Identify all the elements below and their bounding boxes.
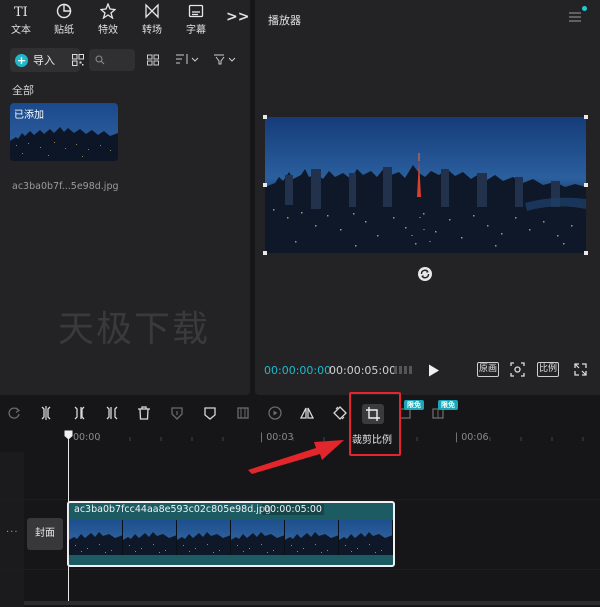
search-icon <box>95 55 105 65</box>
all-media-label: 全部 <box>12 84 34 97</box>
resize-handle[interactable] <box>263 115 267 119</box>
track-divider <box>0 569 600 570</box>
effects-icon <box>100 2 116 19</box>
marker-icon[interactable] <box>203 406 217 420</box>
clip-duration: 00:00:05:00 <box>262 504 324 515</box>
aspect-ratio-button[interactable]: 比例 <box>537 362 559 377</box>
menu-icon[interactable] <box>569 12 581 22</box>
qr-icon[interactable] <box>72 54 84 66</box>
mirror-icon[interactable] <box>300 406 314 420</box>
split-right-icon[interactable] <box>105 406 119 420</box>
video-editor-app: TI 文本 贴纸 特效 转场 字幕 >> + 导入 全部 已添加 ac3ba0b… <box>0 0 600 607</box>
playhead[interactable] <box>68 433 69 601</box>
clip-name: ac3ba0b7fcc44aa8e593c02c805e98d.jpg <box>74 504 271 515</box>
import-label: 导入 <box>33 54 55 67</box>
frame-icon <box>237 407 249 419</box>
rotate-icon[interactable] <box>417 266 433 282</box>
cover-button[interactable]: 封面 <box>27 518 63 550</box>
current-time: 00:00:00:00 <box>264 364 332 377</box>
resize-handle[interactable] <box>263 251 267 255</box>
split-icon[interactable] <box>39 406 53 420</box>
transition-icon <box>145 2 159 19</box>
player-panel: 播放器 00:00:00:00 00:00:05:00 原画 比例 <box>255 0 600 395</box>
tab-sticker[interactable]: 贴纸 <box>42 0 86 38</box>
tab-transition[interactable]: 转场 <box>130 0 174 38</box>
subtitle-icon <box>188 4 204 17</box>
tab-label: 文本 <box>11 24 31 36</box>
track-more-icon[interactable]: ··· <box>6 527 19 538</box>
delete-icon[interactable] <box>137 406 151 420</box>
more-tabs-chevron-icon[interactable]: >> <box>226 9 249 27</box>
track-divider <box>0 499 600 500</box>
original-quality-button[interactable]: 原画 <box>477 362 499 377</box>
ruler-label: | 00:03 <box>260 432 294 443</box>
resize-handle[interactable] <box>584 251 588 255</box>
tab-label: 转场 <box>142 24 162 36</box>
import-button[interactable]: + 导入 <box>10 48 84 72</box>
media-toolbar: + 导入 <box>0 44 250 76</box>
split-left-icon[interactable] <box>72 406 86 420</box>
svg-text:TI: TI <box>14 5 28 19</box>
tab-subtitle[interactable]: 字幕 <box>174 0 218 38</box>
sticker-icon <box>56 3 72 18</box>
player-title: 播放器 <box>268 14 301 27</box>
added-badge: 已添加 <box>14 110 44 121</box>
video-clip[interactable]: ac3ba0b7fcc44aa8e593c02c805e98d.jpg 00:0… <box>67 501 395 567</box>
tab-text[interactable]: TI 文本 <box>0 0 42 38</box>
tab-label: 特效 <box>98 24 118 36</box>
grid-view-icon[interactable] <box>147 54 159 66</box>
total-time: 00:00:05:00 <box>329 364 397 377</box>
tab-effects[interactable]: 特效 <box>86 0 130 38</box>
clip-filmstrip <box>69 520 393 555</box>
tab-label: 贴纸 <box>54 24 74 36</box>
fullscreen-icon[interactable] <box>574 363 587 376</box>
resize-handle[interactable] <box>584 115 588 119</box>
free-badge: 限免 <box>438 400 458 410</box>
focus-icon[interactable] <box>510 362 525 377</box>
watermark-text: 天极下载 <box>58 309 211 350</box>
media-file-name: ac3ba0b7f...5e98d.jpg <box>12 181 119 192</box>
timeline-scrollbar[interactable] <box>24 601 600 605</box>
waveform-icon <box>394 366 412 374</box>
tab-label: 字幕 <box>186 24 206 36</box>
plus-icon: + <box>15 53 28 67</box>
resize-handle[interactable] <box>584 183 588 187</box>
video-preview[interactable] <box>265 117 586 253</box>
free-badge: 限免 <box>404 400 424 410</box>
city-preview-image <box>265 117 586 253</box>
text-icon: TI <box>14 5 28 19</box>
ruler-label: 00:00 <box>73 432 101 443</box>
search-input[interactable] <box>89 49 135 71</box>
freeze-icon <box>171 407 183 420</box>
notification-dot <box>582 6 587 11</box>
resize-handle[interactable] <box>263 183 267 187</box>
tool-tabs: TI 文本 贴纸 特效 转场 字幕 <box>0 0 250 38</box>
timeline-ruler[interactable]: 00:00 | 00:03 | 00:06 <box>0 429 600 451</box>
play-icon[interactable] <box>428 364 440 377</box>
reverse-play-icon <box>268 406 282 420</box>
timeline-toolbar <box>0 397 600 429</box>
redo-icon[interactable] <box>7 406 21 420</box>
playhead-handle-icon[interactable] <box>64 430 73 440</box>
ruler-label: | 00:06 <box>455 432 489 443</box>
media-panel: TI 文本 贴纸 特效 转场 字幕 >> + 导入 全部 已添加 ac3ba0b… <box>0 0 250 395</box>
filter-icon[interactable] <box>214 53 238 65</box>
rotate-clip-icon[interactable] <box>333 406 347 420</box>
sort-icon[interactable] <box>176 53 200 65</box>
